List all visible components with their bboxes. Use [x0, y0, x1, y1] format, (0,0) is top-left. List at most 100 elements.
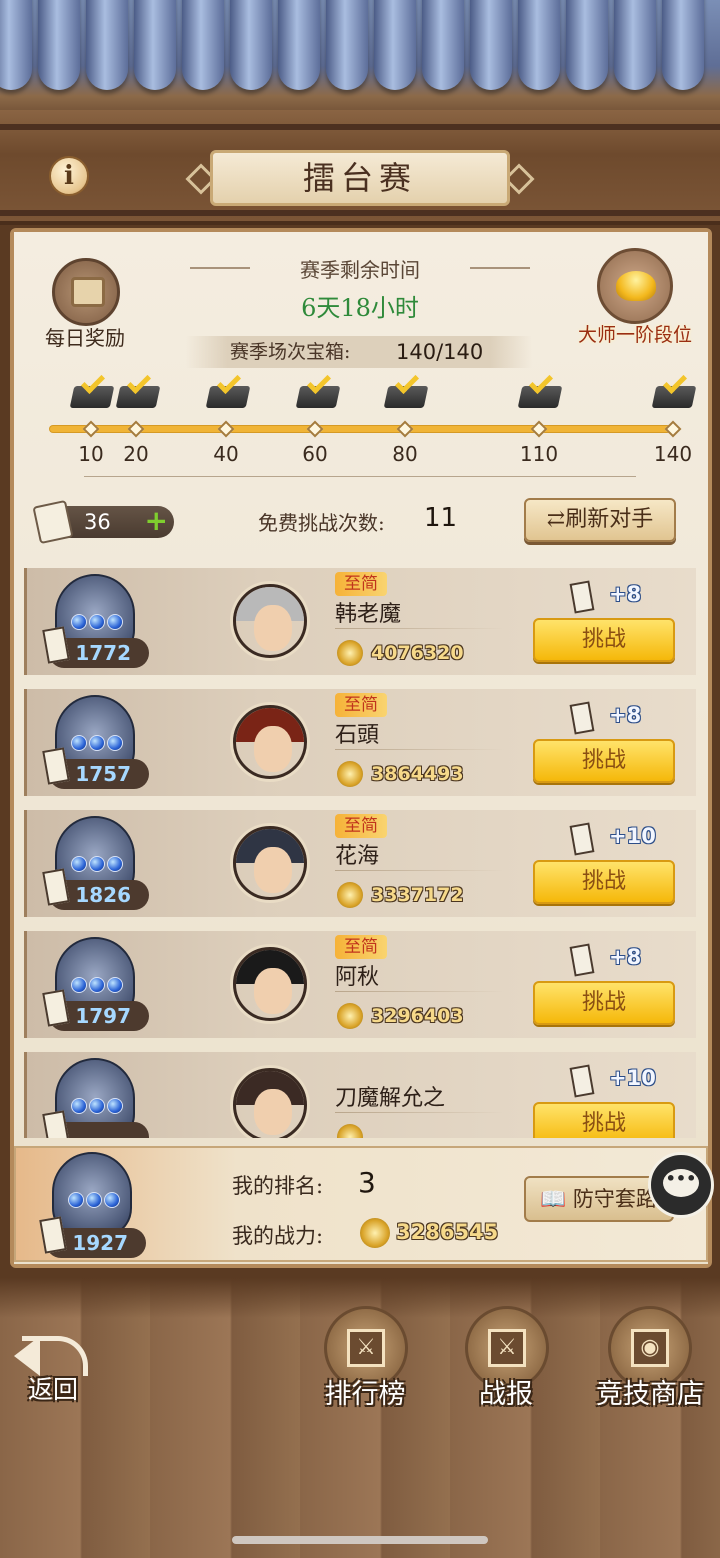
season-chest-bar: 赛季场次宝箱: 140/140 [186, 336, 532, 368]
season-chest-value: 140/140 [396, 340, 484, 364]
opponent-avatar[interactable] [233, 705, 307, 779]
title-badge: 至简 [335, 572, 387, 596]
milestone-value: 40 [213, 442, 239, 466]
milestone-chest-icon[interactable] [115, 369, 161, 408]
opponent-name: 韩老魔 [335, 602, 402, 627]
my-power-value: 3286545 [396, 1220, 499, 1244]
challenge-button[interactable]: 挑战 [533, 860, 675, 904]
opponent-row: 1797 至简 阿秋 3296403 +8 挑战 [24, 931, 696, 1038]
add-token-button[interactable]: + [145, 506, 168, 536]
opponent-score: 1797 [42, 989, 149, 1031]
refresh-opponents-button[interactable]: ⇄刷新对手 [524, 498, 676, 542]
divider [84, 476, 636, 477]
milestone-value: 110 [519, 442, 559, 466]
opponent-avatar[interactable] [233, 1068, 307, 1138]
page-title: 擂台赛 [210, 150, 510, 206]
title-badge: 至简 [335, 693, 387, 717]
opponent-power: 3864493 [371, 763, 464, 785]
my-power-label: 我的战力: [232, 1224, 324, 1248]
opponent-power: 3296403 [371, 1005, 464, 1027]
milestone-chest-icon[interactable] [517, 369, 563, 408]
opponent-name: 阿秋 [335, 965, 380, 990]
reward-scroll-icon [569, 943, 595, 977]
token-scroll-icon [32, 499, 74, 545]
chat-button[interactable]: ••• [648, 1152, 714, 1218]
milestone-chest-icon[interactable] [383, 369, 429, 408]
roof-decoration [0, 0, 720, 120]
milestone-chest-icon[interactable] [69, 369, 115, 408]
season-chest-label: 赛季场次宝箱: [230, 341, 351, 363]
free-challenges-count: 11 [424, 503, 458, 533]
free-challenges-label: 免费挑战次数: [258, 511, 385, 535]
opponent-row: 1757 至简 石頭 3864493 +8 挑战 [24, 689, 696, 796]
daily-reward-label: 每日奖励 [45, 326, 125, 350]
chest-icon [71, 277, 105, 307]
milestone-chest-icon[interactable] [205, 369, 251, 408]
challenge-button[interactable]: 挑战 [533, 981, 675, 1025]
season-remaining-value: 6天18小时 [301, 294, 419, 322]
crossed-swords-icon: ⚔ [347, 1329, 385, 1367]
milestone-value: 60 [302, 442, 328, 466]
my-rank-value: 3 [358, 1166, 376, 1199]
challenge-button[interactable]: 挑战 [533, 1102, 675, 1138]
reward-scroll-icon [569, 1064, 595, 1098]
power-coin-icon [360, 1218, 390, 1248]
opponent-avatar[interactable] [233, 584, 307, 658]
challenge-button[interactable]: 挑战 [533, 739, 675, 783]
reward-scroll-icon [569, 701, 595, 735]
opponent-reward: +10 [609, 1066, 656, 1090]
opponent-score: 1757 [42, 747, 149, 789]
leaderboard-label[interactable]: 排行榜 [290, 1372, 440, 1411]
rank-tier-button[interactable] [597, 248, 673, 324]
my-score: 1927 [39, 1216, 146, 1258]
season-remaining-label: 赛季剩余时间 [190, 254, 530, 283]
shop-icon: ◉ [631, 1329, 669, 1367]
opponent-row: 1826 至简 花海 3337172 +10 挑战 [24, 810, 696, 917]
reward-scroll-icon [569, 822, 595, 856]
home-indicator[interactable] [232, 1536, 488, 1544]
back-label[interactable]: 返回 [0, 1370, 128, 1406]
title-badge: 至简 [335, 935, 387, 959]
power-coin-icon [337, 882, 363, 908]
opponent-name: 刀魔解允之 [335, 1086, 446, 1111]
battle-report-label[interactable]: 战报 [431, 1372, 581, 1411]
opponent-list[interactable]: 1772 至简 韩老魔 4076320 +8 挑战 1757 至简 石頭 386… [24, 568, 696, 1138]
milestone-chest-icon[interactable] [651, 369, 697, 408]
opponent-power: 4076320 [371, 642, 464, 664]
my-rank-label: 我的排名: [232, 1174, 324, 1198]
challenge-token-counter: 36 + [32, 499, 174, 545]
rank-tier-label: 大师一阶段位 [577, 324, 692, 346]
opponent-score: 1772 [42, 626, 149, 668]
opponent-reward: +8 [609, 703, 642, 727]
opponent-score [42, 1110, 149, 1138]
daily-reward-button[interactable] [52, 258, 120, 326]
token-count: 36 [84, 510, 111, 534]
milestone-value: 80 [392, 442, 418, 466]
power-coin-icon [337, 640, 363, 666]
challenge-button[interactable]: 挑战 [533, 618, 675, 662]
opponent-reward: +10 [609, 824, 656, 848]
title-badge: 至简 [335, 814, 387, 838]
chat-icon: ••• [663, 1169, 699, 1197]
opponent-power: 3337172 [371, 884, 464, 906]
power-coin-icon [337, 1003, 363, 1029]
milestone-value: 20 [123, 442, 149, 466]
refresh-label: 刷新对手 [565, 507, 654, 532]
power-coin-icon [337, 761, 363, 787]
opponent-score: 1826 [42, 868, 149, 910]
gold-ingot-icon [616, 271, 656, 301]
opponent-name: 石頭 [335, 723, 380, 748]
opponent-avatar[interactable] [233, 826, 307, 900]
milestone-chest-icon[interactable] [295, 369, 341, 408]
reward-scroll-icon [569, 580, 595, 614]
opponent-row: 刀魔解允之 +10 挑战 [24, 1052, 696, 1138]
arena-shop-label[interactable]: 竞技商店 [575, 1372, 720, 1411]
battle-report-icon: ⚔ [488, 1329, 526, 1367]
milestone-value: 140 [653, 442, 693, 466]
info-button[interactable]: i [49, 156, 89, 196]
opponent-reward: +8 [609, 582, 642, 606]
opponent-reward: +8 [609, 945, 642, 969]
power-coin-icon [337, 1124, 363, 1138]
opponent-avatar[interactable] [233, 947, 307, 1021]
opponent-name: 花海 [335, 844, 380, 869]
